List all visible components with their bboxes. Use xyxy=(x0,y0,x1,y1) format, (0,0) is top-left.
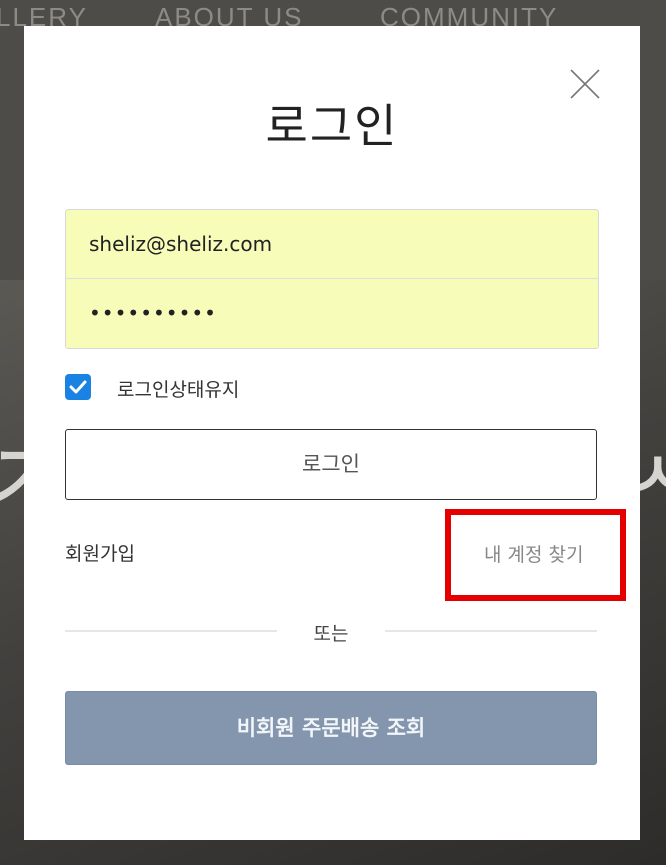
remember-checkbox[interactable] xyxy=(65,374,91,400)
checkmark-icon xyxy=(69,380,87,394)
divider-left xyxy=(65,630,277,632)
email-field[interactable] xyxy=(66,210,598,278)
login-button[interactable]: 로그인 xyxy=(65,429,597,500)
remember-label: 로그인상태유지 xyxy=(117,379,240,401)
credentials-box xyxy=(65,209,599,349)
find-account-link[interactable]: 내 계정 찾기 xyxy=(484,540,583,567)
modal-title: 로그인 xyxy=(265,99,399,153)
or-separator-text: 또는 xyxy=(313,623,349,645)
signup-link[interactable]: 회원가입 xyxy=(65,539,135,566)
login-modal: 로그인 로그인상태유지 로그인 회원가입 내 계정 찾기 또는 비회원 주문배송… xyxy=(24,26,640,840)
divider-right xyxy=(385,630,597,632)
password-field[interactable] xyxy=(66,279,598,347)
guest-order-lookup-button[interactable]: 비회원 주문배송 조회 xyxy=(65,691,597,765)
